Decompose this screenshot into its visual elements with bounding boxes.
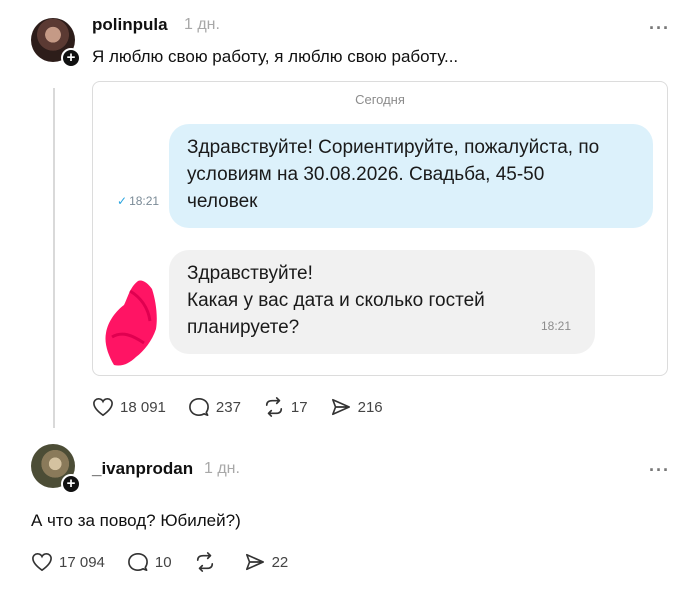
incoming-time: 18:21 (540, 319, 571, 333)
repost-button[interactable] (194, 552, 222, 572)
repost-button[interactable]: 17 (263, 397, 308, 417)
avatar-ivanprodan[interactable]: + (31, 444, 81, 494)
outgoing-time: 18:21 (129, 194, 160, 208)
repost-icon (265, 397, 283, 417)
comment-button[interactable]: 237 (188, 397, 241, 417)
comment-icon (188, 398, 209, 416)
heart-icon (32, 552, 52, 572)
username[interactable]: polinpula (92, 15, 168, 35)
follow-plus-icon[interactable]: + (61, 474, 81, 494)
more-icon[interactable]: ··· (649, 460, 670, 481)
share-count: 216 (357, 398, 383, 416)
send-icon (245, 553, 264, 571)
check-icon: ✓ (117, 194, 128, 208)
avatar-polinpula[interactable]: + (31, 18, 81, 68)
share-count: 22 (271, 553, 289, 571)
post-ivanprodan: + _ivanprodan 1 дн. ··· А что за повод? … (0, 440, 700, 597)
send-icon (331, 398, 350, 416)
comment-icon (127, 553, 148, 571)
incoming-message: Здравствуйте! Какая у вас дата и сколько… (169, 250, 595, 354)
chat-screenshot[interactable]: Сегодня ✓ 18:21 Здравствуйте! Сориентируй… (92, 81, 668, 376)
follow-plus-icon[interactable]: + (61, 48, 81, 68)
heart-icon (93, 397, 113, 417)
share-button[interactable]: 216 (330, 397, 383, 417)
share-button[interactable]: 22 (244, 552, 289, 572)
post-text: Я люблю свою работу, я люблю свою работу… (92, 47, 459, 66)
post-actions: 18 091 237 17 216 (92, 397, 405, 417)
message-line: условиям на 30.08.2026. Свадьба, 45-50 (187, 164, 545, 185)
username[interactable]: _ivanprodan (92, 459, 193, 479)
post-time: 1 дн. (204, 460, 240, 477)
like-button[interactable]: 18 091 (92, 397, 166, 417)
comment-button[interactable]: 10 (127, 552, 172, 572)
chat-date: Сегодня (355, 92, 405, 107)
message-line: Здравствуйте! Сориентируйте, пожалуйста,… (187, 137, 600, 158)
post-polinpula: + polinpula 1 дн. ··· Я люблю свою работ… (0, 0, 700, 440)
redaction-scribble (105, 280, 157, 366)
message-line: Какая у вас дата и сколько гостей (187, 290, 485, 311)
message-line: человек (187, 191, 258, 212)
more-icon[interactable]: ··· (649, 18, 670, 39)
message-line: Здравствуйте! (187, 263, 313, 284)
comment-count: 237 (215, 398, 241, 416)
like-count: 18 091 (120, 398, 166, 416)
like-count: 17 094 (59, 553, 105, 571)
repost-icon (196, 552, 213, 572)
post-time: 1 дн. (184, 16, 220, 33)
comment-count: 10 (154, 553, 172, 571)
message-line: планируете? (187, 317, 300, 338)
outgoing-message: Здравствуйте! Сориентируйте, пожалуйста,… (169, 124, 653, 228)
like-button[interactable]: 17 094 (31, 552, 105, 572)
thread-line (53, 88, 55, 428)
outgoing-status: ✓ 18:21 (117, 194, 159, 208)
post-text: А что за повод? Юбилей?) (31, 511, 241, 530)
repost-count: 17 (290, 398, 308, 416)
post-actions: 17 094 10 22 (31, 552, 310, 572)
